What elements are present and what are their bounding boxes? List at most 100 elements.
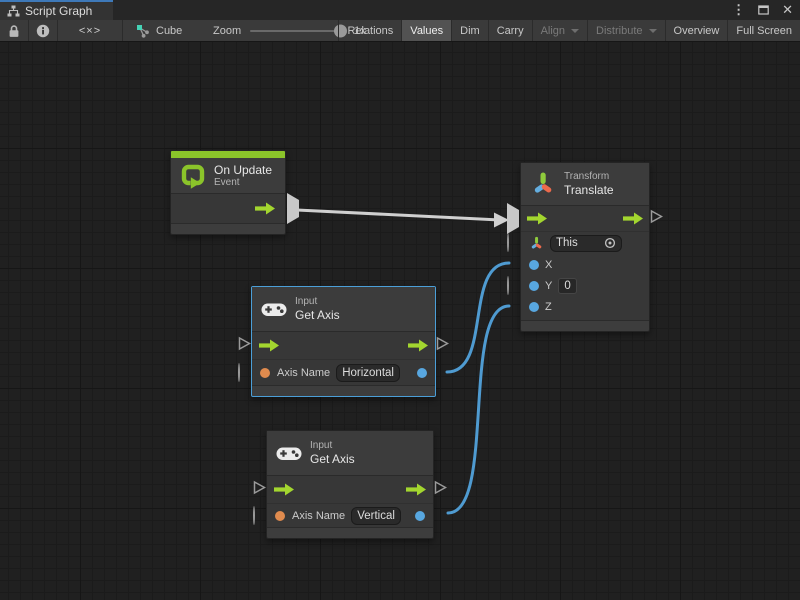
align-label: Align xyxy=(541,25,565,37)
wire-vertical-to-z[interactable] xyxy=(448,306,509,513)
hollow-triangle-icon xyxy=(238,336,251,350)
object-picker-icon[interactable] xyxy=(604,237,616,249)
this-object-field[interactable]: This xyxy=(550,235,622,252)
graph-reference-icon xyxy=(136,24,150,38)
flow-output-row xyxy=(171,194,285,223)
gamepad-icon xyxy=(261,301,287,318)
axis-name-input-stub[interactable] xyxy=(238,364,240,382)
hollow-triangle-icon xyxy=(436,336,449,350)
window-controls: ⋮ ✕ xyxy=(732,0,793,20)
axis-name-input-stub[interactable] xyxy=(253,507,255,525)
dim-button[interactable]: Dim xyxy=(451,20,488,41)
axis-name-port-icon[interactable] xyxy=(260,368,270,378)
flow-output-port-icon[interactable] xyxy=(623,212,643,225)
node-footer xyxy=(252,385,435,396)
active-tab-accent xyxy=(0,0,113,2)
flow-output-stub[interactable] xyxy=(436,336,449,355)
flow-output-stub[interactable] xyxy=(650,209,663,228)
full-screen-button[interactable]: Full Screen xyxy=(727,20,800,41)
dropdown-caret-icon xyxy=(649,29,657,33)
flow-input-stub[interactable] xyxy=(253,480,266,499)
wire-flow-onupdate-to-translate[interactable] xyxy=(297,210,500,220)
x-port-icon[interactable] xyxy=(529,260,539,270)
transform-mini-icon xyxy=(529,236,544,251)
this-field-value: This xyxy=(556,236,578,250)
get-axis-header: Input Get Axis xyxy=(252,287,435,332)
toolbar-left-group: <×> xyxy=(0,20,123,41)
lock-icon xyxy=(8,24,20,38)
axis-name-field[interactable]: Horizontal xyxy=(336,364,400,382)
flow-row xyxy=(267,476,433,504)
tab-script-graph[interactable]: Script Graph xyxy=(0,0,113,20)
node-category: Transform xyxy=(564,171,614,183)
node-on-update[interactable]: On Update Event xyxy=(170,150,286,235)
flow-input-port-icon[interactable] xyxy=(527,212,547,225)
distribute-button[interactable]: Distribute xyxy=(587,20,664,41)
zoom-label: Zoom xyxy=(213,25,241,37)
align-button[interactable]: Align xyxy=(532,20,587,41)
flow-output-stub[interactable] xyxy=(434,480,447,499)
maximize-icon[interactable] xyxy=(758,5,769,15)
axis-name-field[interactable]: Vertical xyxy=(351,507,401,525)
node-title: On Update xyxy=(214,163,272,177)
hollow-triangle-icon xyxy=(434,480,447,494)
info-button[interactable] xyxy=(29,20,58,41)
close-icon[interactable]: ✕ xyxy=(782,0,793,20)
transform-icon xyxy=(530,171,556,197)
y-port-icon[interactable] xyxy=(529,281,539,291)
x-port-row: X xyxy=(521,254,649,275)
result-port-icon[interactable] xyxy=(417,368,427,378)
lock-button[interactable] xyxy=(0,20,29,41)
on-update-loop-icon xyxy=(180,162,206,189)
flow-output-stub-connected[interactable] xyxy=(287,200,299,218)
graph-canvas[interactable]: On Update Event Transf xyxy=(0,42,800,600)
flow-output-port-icon[interactable] xyxy=(255,202,275,215)
graph-toolbar: <×> Cube Zoom 1x Relations Values Dim xyxy=(0,20,800,42)
axis-name-label: Axis Name xyxy=(277,367,330,379)
flow-input-stub-connected[interactable] xyxy=(507,210,519,228)
this-input-stub[interactable] xyxy=(507,234,509,252)
graph-reference-button[interactable]: Cube xyxy=(130,20,188,41)
y-value-field[interactable]: 0 xyxy=(558,278,576,294)
wire-horizontal-to-x[interactable] xyxy=(447,263,509,372)
z-port-row: Z xyxy=(521,296,649,317)
flow-input-stub[interactable] xyxy=(238,336,251,355)
node-footer xyxy=(171,223,285,234)
axis-name-row: Axis Name Horizontal xyxy=(252,360,435,385)
edit-unit-button[interactable]: <×> xyxy=(58,20,123,41)
flow-output-port-icon[interactable] xyxy=(406,483,426,496)
node-subtitle: Event xyxy=(214,177,272,189)
node-footer xyxy=(267,527,433,538)
y-port-row: Y 0 xyxy=(521,275,649,296)
dropdown-caret-icon xyxy=(571,29,579,33)
relations-button[interactable]: Relations xyxy=(338,20,401,41)
hollow-triangle-icon xyxy=(253,480,266,494)
x-port-label: X xyxy=(545,259,552,271)
axis-name-label: Axis Name xyxy=(292,510,345,522)
zoom-slider[interactable] xyxy=(250,30,345,32)
node-translate[interactable]: Transform Translate xyxy=(520,162,650,332)
z-port-icon[interactable] xyxy=(529,302,539,312)
flow-input-port-icon[interactable] xyxy=(259,339,279,352)
menu-icon[interactable]: ⋮ xyxy=(732,0,745,20)
node-title: Translate xyxy=(564,183,614,197)
y-input-stub[interactable] xyxy=(507,277,509,295)
node-get-axis-horizontal[interactable]: Input Get Axis xyxy=(251,286,436,397)
carry-button[interactable]: Carry xyxy=(488,20,532,41)
overview-button[interactable]: Overview xyxy=(665,20,728,41)
values-button[interactable]: Values xyxy=(401,20,451,41)
node-category: Input xyxy=(310,440,355,452)
y-port-label: Y xyxy=(545,280,552,292)
flow-input-port-icon[interactable] xyxy=(274,483,294,496)
result-port-icon[interactable] xyxy=(415,511,425,521)
flow-output-port-icon[interactable] xyxy=(408,339,428,352)
node-category: Input xyxy=(295,296,340,308)
hollow-triangle-icon xyxy=(650,209,663,223)
gamepad-icon xyxy=(276,445,302,462)
axis-name-port-icon[interactable] xyxy=(275,511,285,521)
node-get-axis-vertical[interactable]: Input Get Axis xyxy=(266,430,434,539)
axis-name-row: Axis Name Vertical xyxy=(267,504,433,527)
flow-row xyxy=(521,206,649,232)
z-port-label: Z xyxy=(545,301,552,313)
toolbar-right-group: Relations Values Dim Carry Align Distrib… xyxy=(338,20,800,41)
